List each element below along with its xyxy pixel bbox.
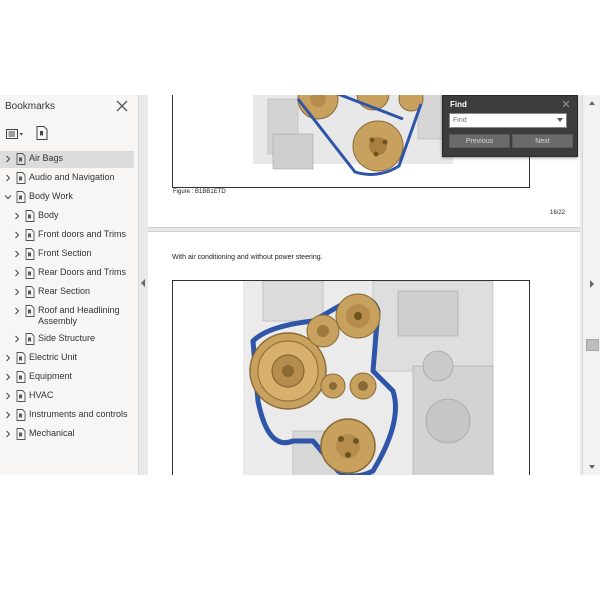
bookmark-label: Rear Section (38, 286, 91, 296)
bookmark-icon (25, 286, 35, 298)
page-number: 16/22 (550, 210, 566, 216)
engine-belt-illustration (243, 281, 494, 475)
close-icon[interactable] (115, 99, 129, 113)
bookmark-label: Body (38, 210, 59, 220)
bookmark-label: Roof and Headlining Assembly (38, 305, 120, 326)
bookmark-item-front-doors[interactable]: Front doors and Trims (0, 227, 134, 244)
chevron-right-icon[interactable] (13, 250, 21, 258)
bookmark-item-mechanical[interactable]: Mechanical (0, 426, 134, 443)
bookmark-icon (25, 229, 35, 241)
collapse-panel-right-icon[interactable] (589, 279, 595, 289)
bookmark-icon (16, 191, 26, 203)
bookmarks-header: Bookmarks (0, 95, 138, 119)
chevron-right-icon[interactable] (13, 288, 21, 296)
pdf-viewer-window: Bookmarks Air Bags Audio and Navigation … (0, 95, 600, 475)
options-menu-icon[interactable] (5, 126, 25, 142)
bookmark-label: Mechanical (29, 428, 75, 438)
chevron-right-icon[interactable] (4, 411, 12, 419)
bookmark-label: Air Bags (29, 153, 64, 163)
bookmark-item-instruments[interactable]: Instruments and controls (0, 407, 134, 424)
bookmarks-title: Bookmarks (5, 101, 56, 112)
bookmark-label: Rear Doors and Trims (38, 267, 127, 277)
bookmark-item-body[interactable]: Body (0, 208, 134, 225)
chevron-right-icon[interactable] (4, 430, 12, 438)
bookmark-item-equipment[interactable]: Equipment (0, 369, 134, 386)
bookmark-item-rear-section[interactable]: Rear Section (0, 284, 134, 301)
bookmark-icon (25, 305, 35, 317)
chevron-right-icon[interactable] (4, 392, 12, 400)
dropdown-arrow-icon[interactable] (557, 118, 563, 123)
engine-belt-figure (172, 280, 530, 475)
bookmark-label: Audio and Navigation (29, 172, 115, 182)
scroll-down-icon[interactable] (588, 463, 596, 471)
scrollbar-thumb[interactable] (586, 339, 599, 351)
find-dialog: Find Previous Next (442, 95, 578, 157)
bookmark-item-air-bags[interactable]: Air Bags (0, 151, 134, 168)
bookmark-icon (25, 248, 35, 260)
bookmark-label: Body Work (29, 191, 73, 201)
chevron-right-icon[interactable] (13, 212, 21, 220)
bookmark-label: Front doors and Trims (38, 229, 127, 239)
bookmark-label: Electric Unit (29, 352, 78, 362)
figure-description: With air conditioning and without power … (172, 254, 323, 261)
bookmark-icon (16, 153, 26, 165)
bookmark-icon (25, 210, 35, 222)
bookmark-item-front-section[interactable]: Front Section (0, 246, 134, 263)
bookmark-label: Equipment (29, 371, 73, 381)
bookmark-item-rear-doors[interactable]: Rear Doors and Trims (0, 265, 134, 282)
find-input[interactable] (449, 113, 567, 128)
chevron-right-icon[interactable] (4, 155, 12, 163)
new-bookmark-icon[interactable] (35, 125, 49, 141)
bookmark-icon (16, 371, 26, 383)
bookmark-label: Side Structure (38, 333, 96, 343)
bookmarks-panel: Bookmarks Air Bags Audio and Navigation … (0, 95, 139, 475)
collapse-panel-left-icon[interactable] (139, 275, 147, 291)
bookmark-item-electric-unit[interactable]: Electric Unit (0, 350, 134, 367)
bookmark-icon (25, 267, 35, 279)
bookmark-icon (16, 172, 26, 184)
bookmark-item-body-work[interactable]: Body Work (0, 189, 134, 206)
chevron-right-icon[interactable] (4, 174, 12, 182)
next-button[interactable]: Next (512, 134, 573, 148)
bookmark-icon (16, 409, 26, 421)
chevron-down-icon[interactable] (4, 193, 12, 201)
bookmark-item-roof-headlining[interactable]: Roof and Headlining Assembly (0, 303, 134, 329)
bookmark-item-side-structure[interactable]: Side Structure (0, 331, 134, 348)
chevron-right-icon[interactable] (4, 373, 12, 381)
bookmark-icon (25, 333, 35, 345)
vertical-scrollbar[interactable] (582, 95, 600, 475)
document-page: With air conditioning and without power … (148, 231, 580, 475)
bookmark-label: Instruments and controls (29, 409, 128, 419)
chevron-right-icon[interactable] (4, 354, 12, 362)
scroll-up-icon[interactable] (588, 99, 596, 107)
bookmark-label: Front Section (38, 248, 92, 258)
bookmark-label: HVAC (29, 390, 54, 400)
bookmarks-toolbar (0, 123, 138, 145)
chevron-right-icon[interactable] (13, 335, 21, 343)
bookmark-item-hvac[interactable]: HVAC (0, 388, 134, 405)
figure-caption: Figure : B1BB1ETD (173, 189, 226, 195)
close-icon[interactable] (561, 99, 571, 109)
chevron-right-icon[interactable] (13, 231, 21, 239)
chevron-right-icon[interactable] (13, 269, 21, 277)
bookmark-icon (16, 352, 26, 364)
bookmark-icon (16, 428, 26, 440)
chevron-right-icon[interactable] (13, 307, 21, 315)
bookmark-item-audio-navigation[interactable]: Audio and Navigation (0, 170, 134, 187)
previous-button[interactable]: Previous (449, 134, 510, 148)
find-title: Find (450, 100, 467, 109)
bookmark-icon (16, 390, 26, 402)
